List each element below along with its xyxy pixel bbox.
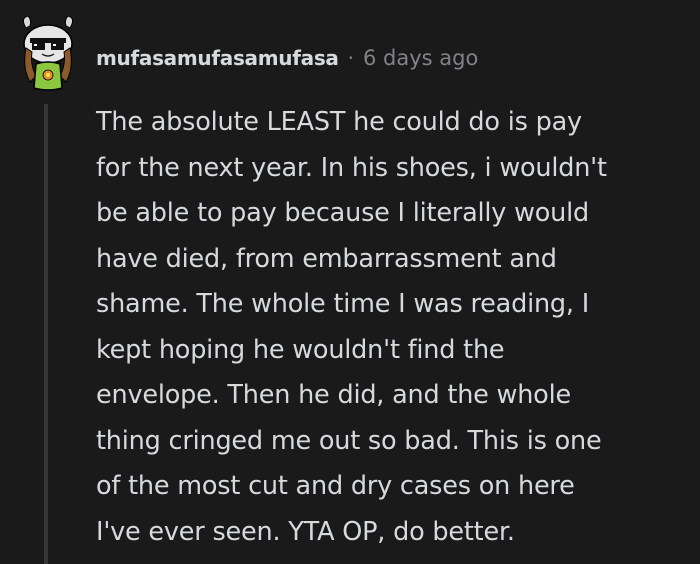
snoo-avatar-icon: [22, 15, 74, 91]
thread-collapse-line[interactable]: [44, 104, 48, 564]
author-username[interactable]: mufasamufasamufasa: [96, 46, 339, 70]
comment-body-line: be able to pay because I literally would: [96, 198, 589, 228]
comment-body-line: I've ever seen. YTA OP, do better.: [96, 516, 515, 547]
comment-body-line: have died, from embarrassment and: [96, 243, 557, 274]
comment-meta: mufasamufasamufasa · 6 days ago: [96, 46, 478, 70]
comment-body-line: kept hoping he wouldn't find the: [96, 334, 505, 365]
user-avatar[interactable]: [18, 12, 78, 92]
comment-body-line: envelope. Then he did, and the whole: [96, 380, 571, 410]
comment-body-line: thing cringed me out so bad. This is one: [96, 425, 602, 456]
comment-body-line: The absolute LEAST he could do is pay: [96, 107, 582, 137]
comment-body-line: for the next year. In his shoes, i would…: [96, 152, 607, 183]
comment-body-line: shame. The whole time I was reading, I: [96, 289, 590, 319]
comment: mufasamufasamufasa · 6 days ago The abso…: [0, 0, 700, 564]
comment-timestamp[interactable]: 6 days ago: [363, 46, 478, 70]
comment-body-line: of the most cut and dry cases on here: [96, 471, 575, 501]
meta-separator: ·: [347, 46, 354, 70]
comment-body: The absolute LEAST he could do is pay fo…: [96, 100, 686, 555]
